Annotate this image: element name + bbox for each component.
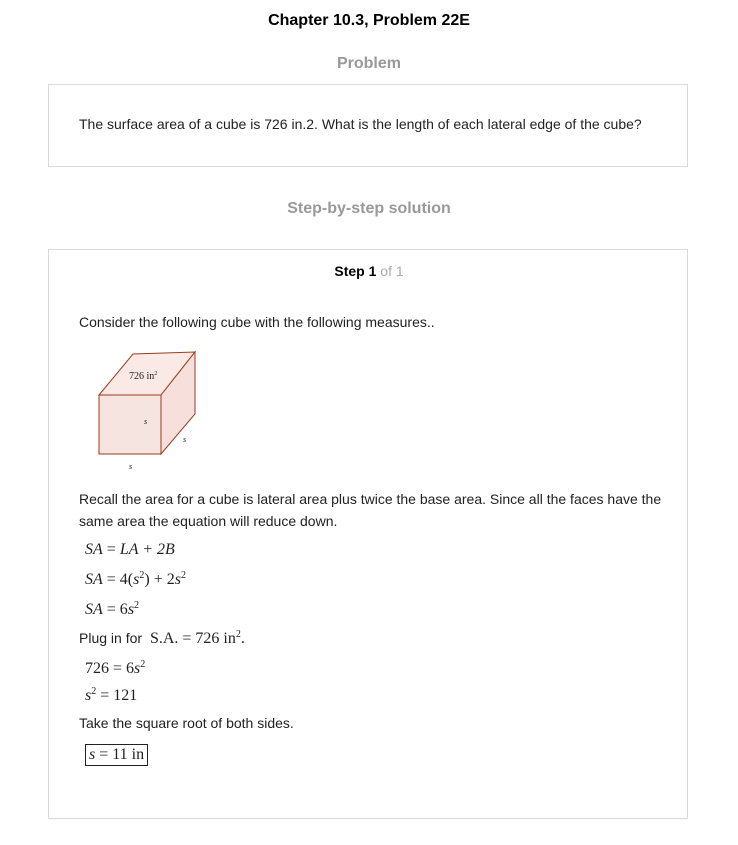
step-label: Step 1 of 1 xyxy=(49,263,689,279)
problem-box: The surface area of a cube is 726 in.2. … xyxy=(48,84,688,167)
plug-in-math: S.A. = 726 in2. xyxy=(149,629,245,648)
solution-box: Step 1 of 1 Consider the following cube … xyxy=(48,249,688,819)
equation-4: 726 = 6s2 xyxy=(85,659,146,678)
cube-edge-label-bottom: s xyxy=(129,462,132,471)
intro-text: Consider the following cube with the fol… xyxy=(79,314,435,330)
equation-3: SA = 6s2 xyxy=(85,600,140,619)
equation-5: s2 = 121 xyxy=(85,686,138,705)
cube-area-label: 726 in2 xyxy=(129,371,157,382)
step-number: 1 xyxy=(368,263,377,279)
sqrt-text: Take the square root of both sides. xyxy=(79,715,294,731)
cube-edge-label-side: s xyxy=(183,435,186,444)
final-answer-box: s = 11 in xyxy=(85,744,149,766)
problem-text: The surface area of a cube is 726 in.2. … xyxy=(79,116,642,132)
equation-2: SA = 4(s2) + 2s2 xyxy=(85,570,186,589)
step-of-total: of 1 xyxy=(380,263,404,279)
plug-in-line: Plug in for S.A. = 726 in2. xyxy=(79,629,245,648)
cube-figure: 726 in2 s s s xyxy=(97,350,197,471)
problem-heading: Problem xyxy=(336,55,401,72)
solution-heading: Step-by-step solution xyxy=(287,200,451,217)
step-word: Step xyxy=(334,263,365,279)
cube-edge-label-front: s xyxy=(144,417,147,426)
page-title: Chapter 10.3, Problem 22E xyxy=(268,12,470,29)
recall-text: Recall the area for a cube is lateral ar… xyxy=(79,491,662,529)
equation-1: SA = LA + 2B xyxy=(85,541,175,558)
